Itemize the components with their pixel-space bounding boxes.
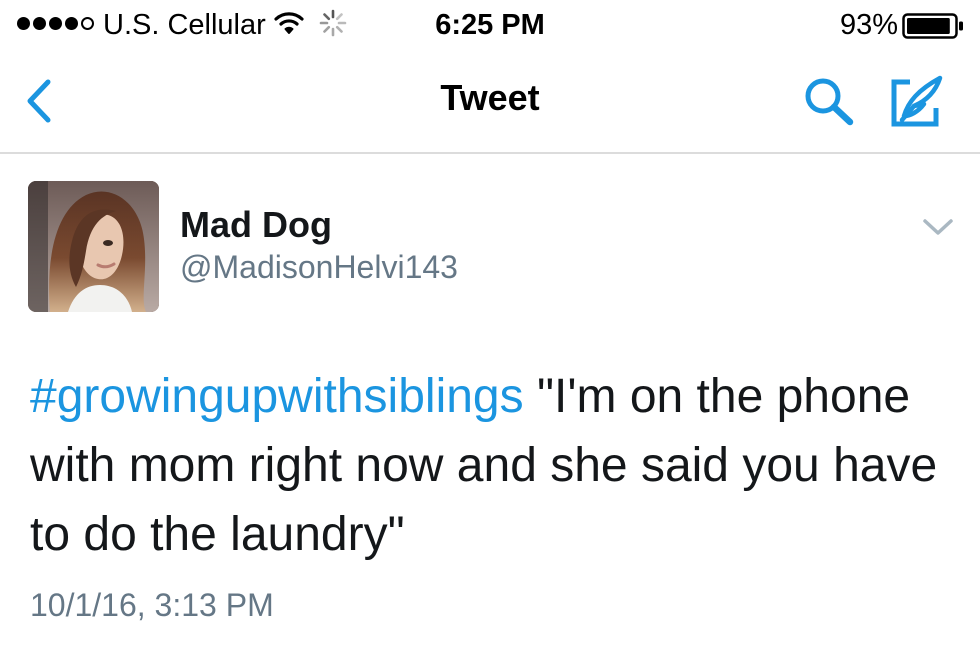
chevron-down-icon <box>923 219 953 235</box>
tweet-options-button[interactable] <box>920 214 956 240</box>
compose-icon <box>891 75 943 127</box>
profile-photo <box>28 181 159 312</box>
author-name[interactable]: Mad Dog <box>180 205 332 245</box>
tweet-timestamp: 10/1/16, 3:13 PM <box>30 587 274 623</box>
avatar[interactable] <box>28 181 159 312</box>
status-bar: U.S. Cellular 6:25 PM 93% <box>0 0 980 48</box>
battery-icon <box>902 13 963 39</box>
compose-tweet-button[interactable] <box>884 72 948 132</box>
search-button[interactable] <box>800 74 860 130</box>
battery-percentage: 93% <box>839 9 898 41</box>
search-icon <box>805 78 854 126</box>
tweet-detail-screen: U.S. Cellular 6:25 PM 93% Tweet Mad Dog … <box>0 0 980 647</box>
author-handle[interactable]: @MadisonHelvi143 <box>180 248 458 286</box>
navigation-bar: Tweet <box>0 48 980 154</box>
status-time: 6:25 PM <box>435 9 545 41</box>
hashtag-link[interactable]: #growingupwithsiblings <box>30 370 524 423</box>
tweet-text: #growingupwithsiblings "I'm on the phone… <box>30 362 960 569</box>
